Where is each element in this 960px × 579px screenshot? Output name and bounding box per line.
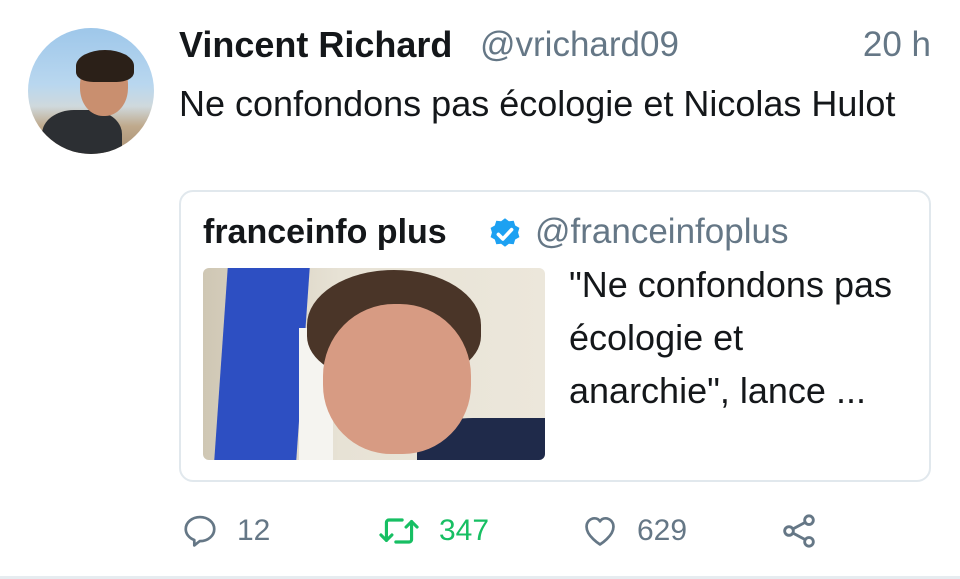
tweet-header: Vincent Richard @vrichard09 20 h [179, 22, 931, 68]
retweet-button[interactable]: 347 [377, 505, 489, 557]
author-handle[interactable]: @vrichard09 [480, 22, 679, 68]
share-icon [783, 514, 815, 548]
reply-count: 12 [237, 514, 271, 547]
retweet-count: 347 [439, 514, 490, 547]
tweet-actions: 12 347 629 [179, 505, 931, 557]
quoted-tweet-thumbnail[interactable] [203, 268, 545, 460]
quoted-tweet-text: "Ne confondons pas écologie et anarchie"… [569, 264, 892, 411]
like-button[interactable]: 629 [581, 505, 687, 557]
quoted-author-handle: @franceinfoplus [535, 212, 789, 251]
share-button[interactable] [779, 505, 819, 557]
quoted-tweet-card[interactable]: franceinfo plus @franceinfoplus "Ne conf… [179, 190, 931, 482]
retweet-icon [379, 518, 419, 544]
avatar-body [42, 110, 122, 154]
comment-bubble-icon [184, 515, 216, 547]
quoted-author-name: franceinfo plus [203, 213, 447, 251]
tweet[interactable]: Vincent Richard @vrichard09 20 h Ne conf… [0, 0, 960, 579]
timestamp[interactable]: 20 h [863, 22, 931, 68]
avatar-hair [76, 50, 134, 82]
author-name[interactable]: Vincent Richard [179, 22, 452, 68]
tweet-text: Ne confondons pas écologie et Nicolas Hu… [179, 83, 896, 124]
verified-badge-icon [490, 218, 520, 247]
like-count: 629 [637, 514, 688, 547]
heart-icon [585, 516, 615, 546]
avatar[interactable] [28, 28, 154, 154]
person-face-shape [323, 304, 471, 454]
flag-shape [214, 268, 310, 460]
reply-button[interactable]: 12 [181, 505, 270, 557]
